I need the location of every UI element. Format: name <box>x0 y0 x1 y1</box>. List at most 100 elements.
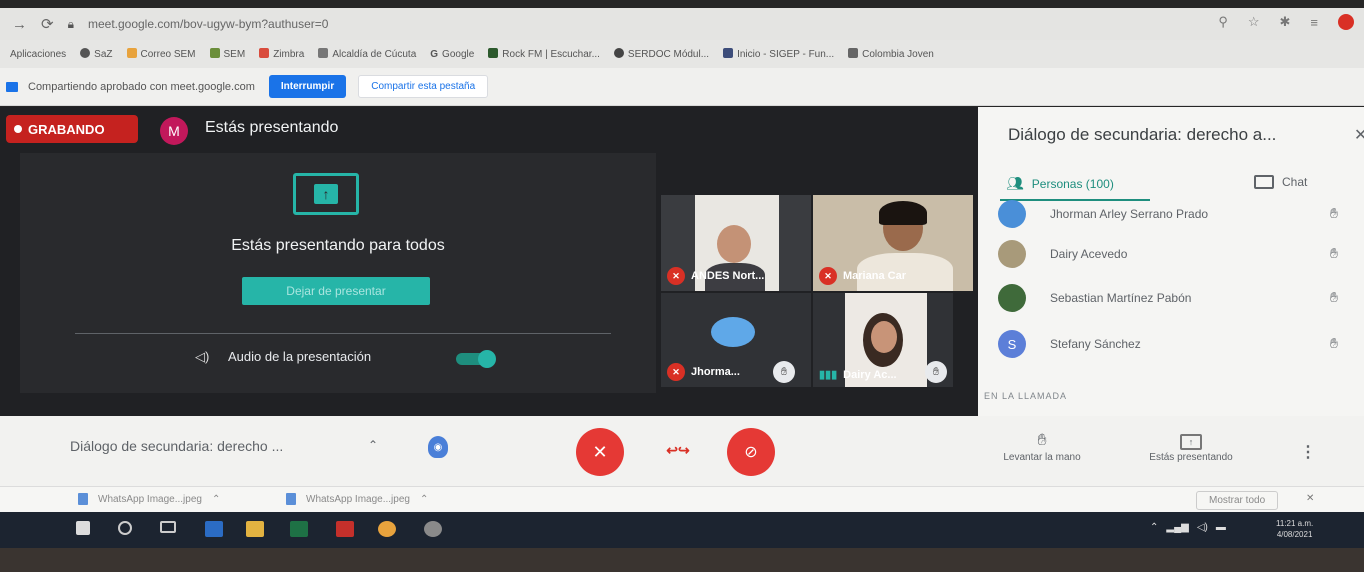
app-icon[interactable] <box>424 521 442 537</box>
chevron-up-icon[interactable]: ⌃ <box>1150 522 1158 533</box>
mic-off-icon: ✕ <box>592 441 608 462</box>
hang-up-button[interactable]: ↩↪ <box>662 440 694 460</box>
bookmark-item[interactable]: Alcaldía de Cúcuta <box>318 48 416 60</box>
camera-toggle-button[interactable]: ⊘ <box>727 428 775 476</box>
chevron-up-icon[interactable]: ⌃ <box>368 438 378 452</box>
video-tile[interactable]: ✕ ANDES Nort... <box>661 195 811 291</box>
in-call-section-label: EN LA LLAMADA <box>984 391 1068 401</box>
lock-icon: 🔒︎ <box>67 16 74 31</box>
bookmark-item[interactable]: Zimbra <box>259 48 304 60</box>
presentation-audio-toggle[interactable] <box>456 350 496 368</box>
address-bar-icons: ⚲ ☆ ✱ ≡ <box>1218 14 1354 30</box>
presenter-avatar: M <box>160 117 188 145</box>
file-explorer-icon[interactable] <box>246 521 264 537</box>
stop-presenting-button[interactable]: Dejar de presentar <box>242 277 430 305</box>
profile-avatar[interactable] <box>1338 14 1354 30</box>
presenting-title: Estás presentando <box>205 119 339 136</box>
browser-address-bar: → ⟳ 🔒︎ meet.google.com/bov-ugyw-bym?auth… <box>0 8 1364 40</box>
keyboard-icon[interactable]: ▬ <box>1216 522 1226 533</box>
toggle-knob <box>478 350 496 368</box>
volume-icon[interactable]: ◁) <box>1197 522 1208 533</box>
google-icon: G <box>430 48 439 60</box>
windows-start-icon[interactable] <box>76 521 90 535</box>
bookmark-item[interactable]: Colombia Joven <box>848 48 934 60</box>
taskbar-clock[interactable]: 11:21 a.m. 4/08/2021 <box>1276 518 1313 540</box>
participant-hair <box>879 201 927 225</box>
network-icon[interactable]: ▂▄▆ <box>1166 522 1188 533</box>
chevron-up-icon[interactable]: ⌃ <box>212 494 220 505</box>
more-options-icon[interactable]: ⋮ <box>1300 442 1316 462</box>
raised-hand-icon: ✋︎ <box>1330 245 1338 261</box>
star-icon[interactable]: ☆ <box>1248 14 1260 30</box>
participant-item[interactable]: Dairy Acevedo ✋︎ <box>998 239 1348 269</box>
chrome-icon[interactable] <box>378 521 396 537</box>
people-panel: Diálogo de secundaria: derecho a... ✕ 👥︎… <box>978 107 1364 416</box>
bookmark-item[interactable]: G Google <box>430 49 474 60</box>
participant-avatar <box>998 240 1026 268</box>
video-tile[interactable]: ▮▮▮ Dairy Ac... ✋︎ <box>813 293 953 387</box>
close-icon[interactable]: ✕ <box>1306 493 1314 504</box>
bookmark-item[interactable]: Inicio - SIGEP - Fun... <box>723 48 834 60</box>
download-item[interactable]: WhatsApp Image...jpeg ⌃ <box>286 493 428 505</box>
tab-chat[interactable]: Chat <box>1254 175 1307 189</box>
bookmark-icon <box>209 48 220 58</box>
microphone-toggle-button[interactable]: ✕ <box>576 428 624 476</box>
bookmark-item[interactable]: SERDOC Módul... <box>613 48 709 60</box>
excel-icon[interactable] <box>290 521 308 537</box>
image-file-icon <box>286 493 296 505</box>
share-screen-icon <box>6 81 18 92</box>
search-icon[interactable] <box>118 521 132 535</box>
tile-label: Mariana Car <box>843 270 906 282</box>
url-field[interactable]: meet.google.com/bov-ugyw-bym?authuser=0 <box>88 17 328 31</box>
search-zoom-icon[interactable]: ⚲ <box>1218 14 1228 30</box>
raised-hand-icon: ✋︎ <box>925 361 947 383</box>
bookmark-icon <box>126 48 137 58</box>
chevron-up-icon[interactable]: ⌃ <box>420 494 428 505</box>
forward-icon[interactable]: → <box>12 16 27 33</box>
audio-level-icon: ▮▮▮ <box>819 369 838 381</box>
participant-item[interactable]: Jhorman Arley Serrano Prado ✋︎ <box>998 199 1348 229</box>
meeting-details-title[interactable]: Diálogo de secundaria: derecho ... <box>70 438 283 454</box>
presenting-label: Estás presentando <box>1149 452 1233 463</box>
tile-name: ✕ ANDES Nort... <box>667 267 764 285</box>
presenting-button[interactable]: ↑ Estás presentando <box>1126 432 1256 463</box>
pdf-reader-icon[interactable] <box>336 521 354 537</box>
recording-dot-icon <box>14 125 22 133</box>
bookmark-item[interactable]: SaZ <box>80 48 113 60</box>
bookmark-icon <box>613 48 624 58</box>
tab-people[interactable]: 👥︎ Personas (100) <box>1006 175 1114 192</box>
participant-name: Sebastian Martínez Pabón <box>1050 291 1192 305</box>
extensions-icon[interactable]: ✱ <box>1280 14 1291 30</box>
shield-icon[interactable]: ◉ <box>428 436 448 458</box>
tile-label: Dairy Ac... <box>843 368 897 381</box>
download-item[interactable]: WhatsApp Image...jpeg ⌃ <box>78 493 220 505</box>
mic-off-icon: ✕ <box>819 267 837 285</box>
show-all-button[interactable]: Mostrar todo <box>1196 491 1279 510</box>
video-tile[interactable]: ✕ Mariana Car <box>813 195 973 291</box>
word-icon[interactable] <box>205 521 223 537</box>
recording-badge: GRABANDO <box>6 115 138 143</box>
mic-off-icon: ✕ <box>667 267 685 285</box>
stop-sharing-button[interactable]: Interrumpir <box>268 75 347 98</box>
panel-title: Diálogo de secundaria: derecho a... <box>1008 125 1277 144</box>
raised-hand-icon: ✋︎ <box>1330 335 1338 351</box>
tile-label: Jhorma... <box>691 366 740 378</box>
mic-off-icon: ✕ <box>667 363 685 381</box>
participant-item[interactable]: S Stefany Sánchez ✋︎ <box>998 329 1348 359</box>
video-tile[interactable]: ✕ Jhorma... ✋︎ <box>661 293 811 387</box>
raise-hand-button[interactable]: ✋︎ Levantar la mano <box>982 432 1102 463</box>
close-icon[interactable]: ✕ <box>1354 125 1364 145</box>
participant-name: Jhorman Arley Serrano Prado <box>1050 207 1209 221</box>
reload-icon[interactable]: ⟳ <box>41 15 54 33</box>
share-this-tab-button[interactable]: Compartir esta pestaña <box>358 75 489 98</box>
bookmark-item[interactable]: Aplicaciones <box>10 49 66 60</box>
participant-avatar: S <box>998 330 1026 358</box>
participant-item[interactable]: Sebastian Martínez Pabón ✋︎ <box>998 283 1348 313</box>
task-view-icon[interactable] <box>160 521 176 533</box>
divider <box>75 333 611 334</box>
presenting-for-all-text: Estás presentando para todos <box>231 237 445 254</box>
bookmark-item[interactable]: SEM <box>209 48 245 60</box>
bookmark-item[interactable]: Correo SEM <box>126 48 196 60</box>
media-icon[interactable]: ≡ <box>1310 15 1318 30</box>
bookmark-item[interactable]: Rock FM | Escuchar... <box>488 48 600 60</box>
